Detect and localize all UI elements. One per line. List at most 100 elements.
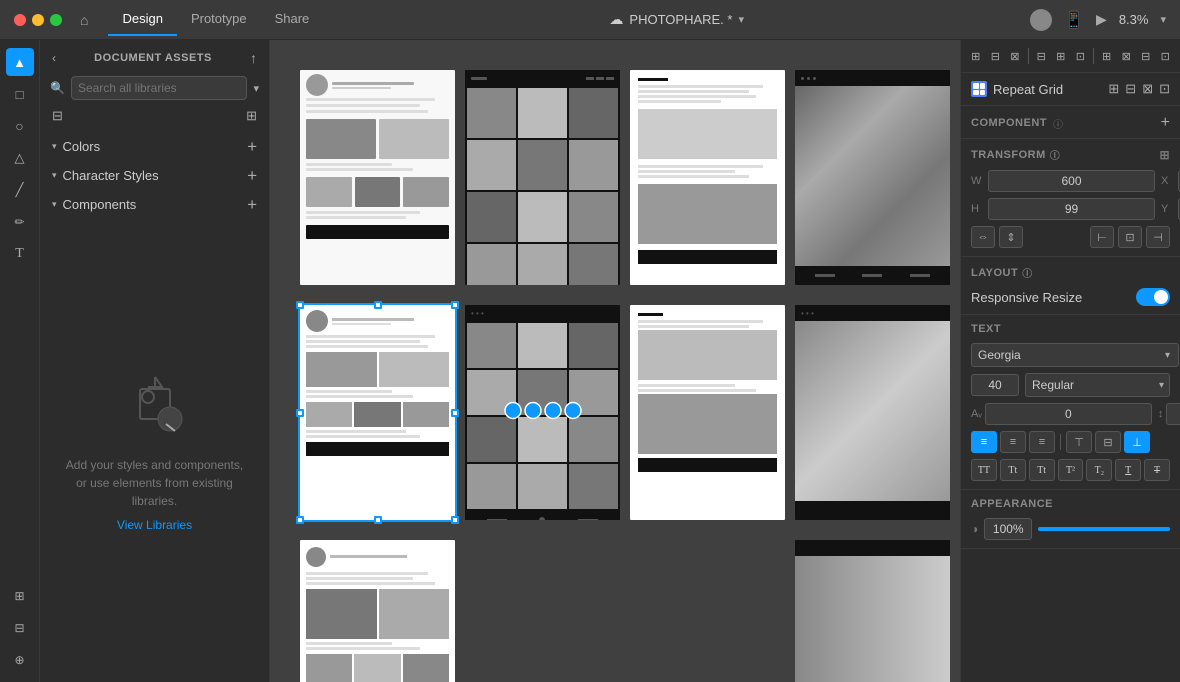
chevron-down-icon: ▾ xyxy=(52,199,57,210)
align-stretch-icon[interactable]: ⊟ xyxy=(1137,45,1155,67)
tab-design[interactable]: Design xyxy=(108,3,176,36)
small-caps-button[interactable]: Tt xyxy=(1000,459,1026,481)
select-tool[interactable]: ▲ xyxy=(6,48,34,76)
subscript-button[interactable]: T₂ xyxy=(1086,459,1112,481)
frame-card[interactable] xyxy=(795,540,950,682)
pen-tool[interactable]: ✏ xyxy=(6,208,34,236)
align-top-icon[interactable]: ⊡ xyxy=(1072,45,1090,67)
add-color-button[interactable]: + xyxy=(247,138,257,155)
frame-repeat-grid[interactable]: • • • xyxy=(465,305,620,520)
grid-view-icon[interactable]: ⊞ xyxy=(246,108,257,124)
underline-button[interactable]: T xyxy=(1115,459,1141,481)
component-info-icon[interactable]: ⓘ xyxy=(1053,116,1063,131)
plugins-tool[interactable]: ⊕ xyxy=(6,646,34,674)
frame-card[interactable] xyxy=(795,70,950,285)
text-tool[interactable]: T xyxy=(6,240,34,268)
font-family-select[interactable]: Georgia xyxy=(971,343,1179,367)
text-align-left-button[interactable]: ≡ xyxy=(971,431,997,453)
panel-back-icon[interactable]: ‹ xyxy=(52,51,56,65)
canvas[interactable]: • • • xyxy=(270,40,960,682)
align-bottom-icon[interactable]: ⊞ xyxy=(1098,45,1116,67)
yellow-light[interactable] xyxy=(32,14,44,26)
text-align-center-button[interactable]: ≡ xyxy=(1000,431,1026,453)
add-component-panel-button[interactable]: + xyxy=(1161,114,1170,132)
align-left-edge[interactable]: ⊢ xyxy=(1090,226,1114,248)
flip-vert-button[interactable]: ⇕ xyxy=(999,226,1023,248)
chevron-down-icon: ▾ xyxy=(52,170,57,181)
colors-section-label: Colors xyxy=(63,139,101,154)
align-center-icon[interactable]: ⊟ xyxy=(987,45,1005,67)
add-component-button[interactable]: + xyxy=(247,196,257,213)
character-styles-section-row[interactable]: ▾ Character Styles + xyxy=(40,161,269,190)
text-align-right-button[interactable]: ≡ xyxy=(1029,431,1055,453)
text-valign-bottom-button[interactable]: ⊥ xyxy=(1124,431,1150,453)
components-section-row[interactable]: ▾ Components + xyxy=(40,190,269,219)
red-light[interactable] xyxy=(14,14,26,26)
opacity-input[interactable] xyxy=(984,518,1032,540)
chevron-down-icon[interactable]: ▾ xyxy=(253,82,259,95)
play-button[interactable]: ▶ xyxy=(1096,11,1107,28)
chevron-down-icon[interactable]: ▾ xyxy=(738,13,744,26)
search-input[interactable] xyxy=(71,76,248,100)
tab-share[interactable]: Share xyxy=(261,3,324,36)
green-light[interactable] xyxy=(50,14,62,26)
responsive-resize-toggle[interactable] xyxy=(1136,288,1170,306)
strikethrough-button[interactable]: T xyxy=(1144,459,1170,481)
transform-info-icon[interactable]: ⓘ xyxy=(1050,147,1061,162)
frame-card[interactable] xyxy=(630,70,785,285)
text-valign-mid-button[interactable]: ⊟ xyxy=(1095,431,1121,453)
triangle-tool[interactable]: △ xyxy=(6,144,34,172)
copy-icon[interactable]: ⊞ xyxy=(1108,81,1119,97)
copy2-icon[interactable]: ⊟ xyxy=(1125,81,1136,97)
copy3-icon[interactable]: ⊠ xyxy=(1142,81,1153,97)
align-center-h[interactable]: ⊡ xyxy=(1118,226,1142,248)
components-tool[interactable]: ⊞ xyxy=(6,582,34,610)
flip-horiz-button[interactable]: ⇔ xyxy=(971,226,995,248)
align-middle-icon[interactable]: ⊠ xyxy=(1117,45,1135,67)
frame-card[interactable] xyxy=(630,305,785,520)
align-full-icon[interactable]: ⊡ xyxy=(1157,45,1175,67)
ellipse-tool[interactable]: ○ xyxy=(6,112,34,140)
font-style-select[interactable]: Regular xyxy=(1025,373,1170,397)
align-right-icon[interactable]: ⊠ xyxy=(1006,45,1024,67)
layers-tool[interactable]: ⊟ xyxy=(6,614,34,642)
colors-section-row[interactable]: ▾ Colors + xyxy=(40,132,269,161)
opacity-bar[interactable] xyxy=(1038,527,1170,531)
superscript-button[interactable]: T² xyxy=(1058,459,1084,481)
view-libraries-link[interactable]: View Libraries xyxy=(117,518,192,532)
line-height-input[interactable] xyxy=(1166,403,1180,425)
letter-spacing-input[interactable] xyxy=(985,403,1152,425)
transform-3d-icon[interactable]: ⊞ xyxy=(1159,148,1170,162)
frame-card[interactable] xyxy=(465,70,620,285)
layout-info-icon[interactable]: ⓘ xyxy=(1022,265,1033,280)
delete-icon[interactable]: ⊡ xyxy=(1159,81,1170,97)
x-field: X ↺ 0° xyxy=(1161,170,1180,192)
home-icon[interactable]: ⌂ xyxy=(80,12,88,28)
capitalize-button[interactable]: Tt xyxy=(1029,459,1055,481)
text-valign-top-button[interactable]: ⊤ xyxy=(1066,431,1092,453)
repeat-grid-label[interactable]: Repeat Grid xyxy=(993,82,1063,97)
font-size-input[interactable] xyxy=(971,374,1019,396)
width-input[interactable] xyxy=(988,170,1155,192)
design-toolbar: ⊞ ⊟ ⊠ ⊟ ⊞ ⊡ ⊞ ⊠ ⊟ ⊡ xyxy=(961,40,1180,73)
filter-icon[interactable]: ⊟ xyxy=(52,108,63,124)
all-caps-button[interactable]: TT xyxy=(971,459,997,481)
tab-prototype[interactable]: Prototype xyxy=(177,3,261,36)
zoom-dropdown[interactable]: ▾ xyxy=(1160,13,1166,26)
width-label: W xyxy=(971,175,985,187)
frame-card[interactable]: • • • xyxy=(795,305,950,520)
height-input[interactable] xyxy=(988,198,1155,220)
line-tool[interactable]: ╱ xyxy=(6,176,34,204)
frame-card[interactable] xyxy=(300,70,455,285)
panel-export-icon[interactable]: ↑ xyxy=(250,50,257,66)
align-right-edge[interactable]: ⊣ xyxy=(1146,226,1170,248)
add-character-style-button[interactable]: + xyxy=(247,167,257,184)
frame-card-selected[interactable] xyxy=(300,305,455,520)
distribute-horiz-icon[interactable]: ⊟ xyxy=(1032,45,1050,67)
device-icon[interactable]: 📱 xyxy=(1064,10,1084,30)
distribute-vert-icon[interactable]: ⊞ xyxy=(1052,45,1070,67)
frame-card[interactable] xyxy=(300,540,455,682)
rectangle-tool[interactable]: □ xyxy=(6,80,34,108)
align-left-icon[interactable]: ⊞ xyxy=(967,45,985,67)
avatar[interactable] xyxy=(1030,9,1052,31)
